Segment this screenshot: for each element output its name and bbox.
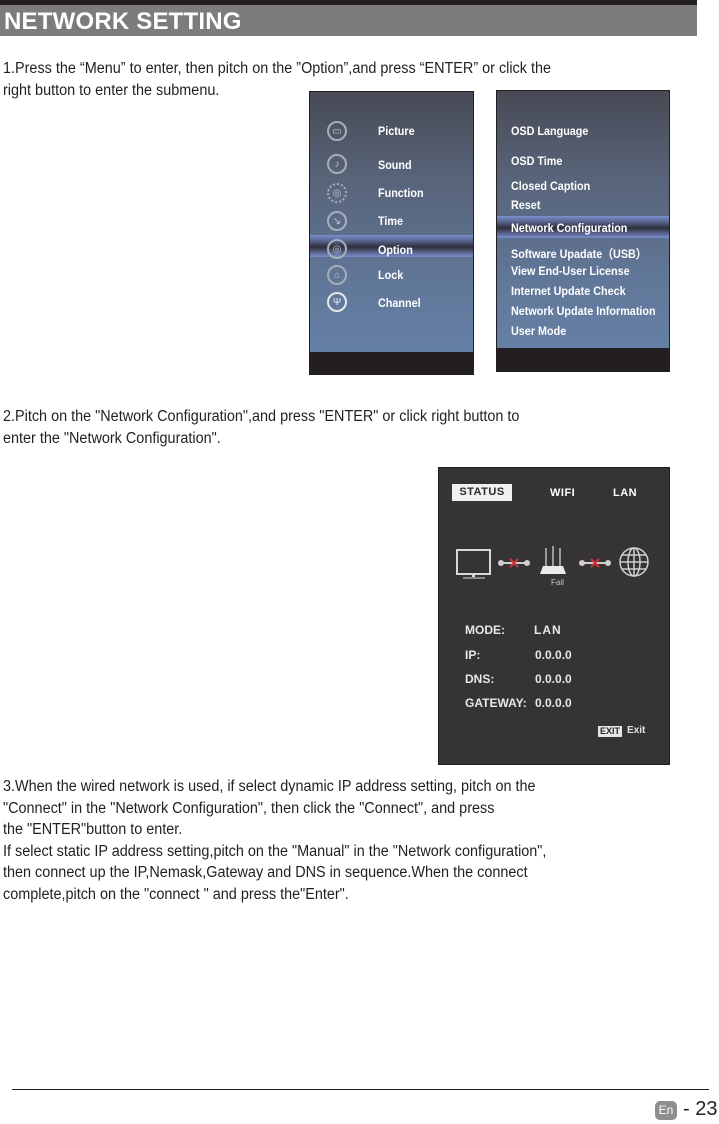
submenu-item-internet-update-check[interactable]: Internet Update Check xyxy=(511,284,626,298)
mode-value: LAN xyxy=(534,623,562,637)
menu-item-channel[interactable]: Channel xyxy=(378,296,421,310)
step-2-text: 2.Pitch on the "Network Configuration",a… xyxy=(3,406,519,449)
ip-value: 0.0.0.0 xyxy=(535,648,572,662)
router-status-label: Fail xyxy=(551,578,564,587)
submenu-item-osd-language[interactable]: OSD Language xyxy=(511,124,588,138)
router-icon xyxy=(540,546,566,574)
submenu-item-closed-caption[interactable]: Closed Caption xyxy=(511,179,590,193)
link-disconnected-icon xyxy=(498,558,530,568)
globe-icon xyxy=(619,547,649,577)
menu-footer-bar xyxy=(310,352,473,374)
step-3-line: If select static IP address setting,pitc… xyxy=(3,842,547,860)
submenu-footer-bar xyxy=(497,348,669,371)
step-1-line: 1.Press the “Menu” to enter, then pitch … xyxy=(3,60,552,77)
tab-wifi[interactable]: WIFI xyxy=(550,487,575,499)
menu-item-lock[interactable]: Lock xyxy=(378,268,403,282)
menu-item-function[interactable]: Function xyxy=(378,186,424,200)
menu-item-sound[interactable]: Sound xyxy=(378,158,412,172)
network-status-panel: STATUS WIFI LAN Fail MODE: LAN IP: 0.0.0… xyxy=(438,467,670,765)
tab-status[interactable]: STATUS xyxy=(452,484,512,501)
step-3-text: 3.When the wired network is used, if sel… xyxy=(3,776,546,905)
submenu-item-network-update-information[interactable]: Network Update Information xyxy=(511,304,656,318)
menu-item-time[interactable]: Time xyxy=(378,214,403,228)
option-submenu-panel: OSD Language OSD Time Closed Caption Res… xyxy=(496,90,670,372)
tab-lan[interactable]: LAN xyxy=(613,487,637,499)
footer-divider xyxy=(12,1089,709,1090)
menu-item-option[interactable]: Option xyxy=(378,243,413,257)
step-3-line: "Connect" in the "Network Configuration"… xyxy=(3,799,495,817)
submenu-item-network-configuration[interactable]: Network Configuration xyxy=(511,221,627,235)
submenu-item-reset[interactable]: Reset xyxy=(511,198,540,212)
step-3-line: 3.When the wired network is used, if sel… xyxy=(3,778,536,795)
section-title-bar: NETWORK SETTING xyxy=(0,5,697,36)
step-3-line: the "ENTER"button to enter. xyxy=(3,821,183,838)
dns-value: 0.0.0.0 xyxy=(535,672,572,686)
time-clock-icon: ↘ xyxy=(327,211,347,231)
step-2-line: enter the "Network Configuration". xyxy=(3,429,221,447)
mode-label: MODE: xyxy=(465,623,505,637)
submenu-item-osd-time[interactable]: OSD Time xyxy=(511,154,562,168)
gateway-label: GATEWAY: xyxy=(465,696,527,710)
submenu-item-software-update[interactable]: Software Upadate（USB） xyxy=(511,245,647,262)
lock-icon: ⌂ xyxy=(327,265,347,285)
submenu-item-user-mode[interactable]: User Mode xyxy=(511,324,566,338)
ip-label: IP: xyxy=(465,648,481,662)
exit-label: Exit xyxy=(627,725,646,736)
channel-antenna-icon: Ψ xyxy=(327,292,347,312)
main-menu-panel: ▭ Picture ♪ Sound ◎ Function ↘ Time ◎ Op… xyxy=(309,91,474,375)
gateway-value: 0.0.0.0 xyxy=(535,696,572,710)
sound-icon: ♪ xyxy=(327,154,347,174)
exit-key-icon[interactable]: EXIT xyxy=(598,726,623,737)
submenu-item-view-license[interactable]: View End-User License xyxy=(511,264,630,278)
step-3-line: complete,pitch on the "connect " and pre… xyxy=(3,885,349,903)
page-number: - 23 xyxy=(683,1098,718,1120)
section-title: NETWORK SETTING xyxy=(4,8,242,35)
step-3-line: then connect up the IP,Nemask,Gateway an… xyxy=(3,864,528,881)
link-disconnected-icon xyxy=(579,558,611,568)
option-icon: ◎ xyxy=(327,239,347,259)
step-2-line: 2.Pitch on the "Network Configuration",a… xyxy=(3,408,520,425)
language-badge: En xyxy=(655,1101,677,1120)
tv-icon xyxy=(456,549,491,579)
dns-label: DNS: xyxy=(465,672,495,686)
function-gear-icon: ◎ xyxy=(327,183,347,203)
picture-icon: ▭ xyxy=(327,121,347,141)
menu-item-picture[interactable]: Picture xyxy=(378,124,415,138)
